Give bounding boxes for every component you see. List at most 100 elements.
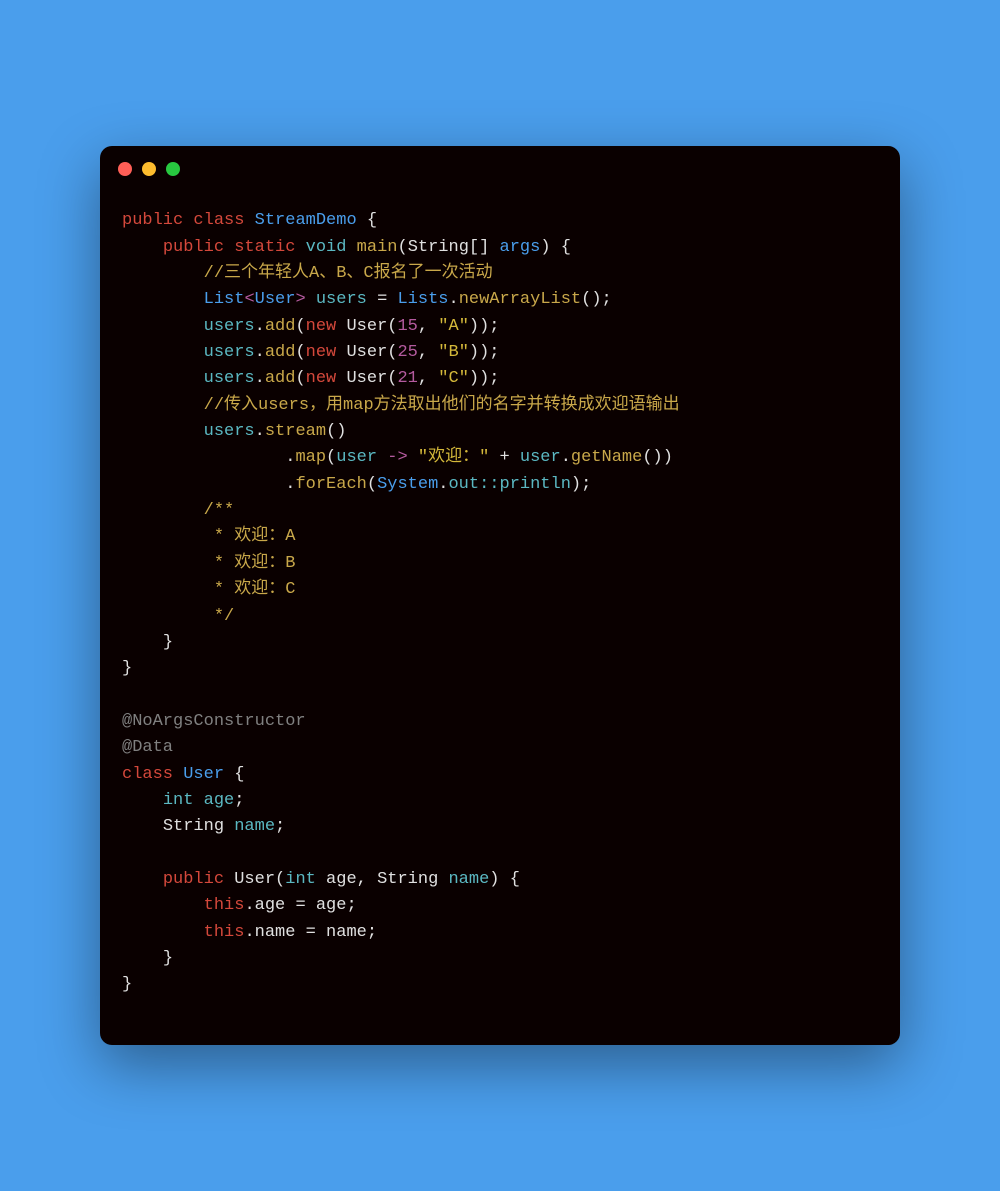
class-name: StreamDemo <box>255 211 357 230</box>
code-block: public class StreamDemo { public static … <box>100 184 900 1044</box>
class-name: User <box>336 317 387 336</box>
annotation: @Data <box>122 738 173 757</box>
punct: ( <box>387 369 397 388</box>
punct: . <box>438 475 448 494</box>
keyword: new <box>306 343 337 362</box>
punct: } <box>122 659 132 678</box>
method: newArrayList <box>459 290 581 309</box>
keyword: public <box>163 238 224 257</box>
keyword: public <box>122 211 183 230</box>
var: users <box>204 369 255 388</box>
string: "欢迎：" <box>418 448 489 467</box>
punct: + <box>489 448 520 467</box>
keyword: new <box>306 317 337 336</box>
annotation: @NoArgsConstructor <box>122 712 306 731</box>
type: String <box>163 817 234 836</box>
punct: > <box>295 290 305 309</box>
keyword: class <box>122 765 173 784</box>
var: users <box>204 422 255 441</box>
string: "B" <box>438 343 469 362</box>
type: int <box>285 870 316 889</box>
comment: */ <box>204 607 235 626</box>
punct: } <box>163 949 173 968</box>
punct: ( <box>295 343 305 362</box>
keyword: this <box>204 923 245 942</box>
punct: . <box>285 448 295 467</box>
class-name: System <box>377 475 438 494</box>
punct: [] <box>469 238 500 257</box>
punct: , <box>418 317 438 336</box>
class-name: User <box>336 369 387 388</box>
keyword: static <box>234 238 295 257</box>
punct: (); <box>581 290 612 309</box>
string: "C" <box>438 369 469 388</box>
punct: ( <box>275 870 285 889</box>
number: 21 <box>397 369 417 388</box>
method: add <box>265 369 296 388</box>
punct: ) <box>540 238 550 257</box>
punct: , <box>418 343 438 362</box>
code: .name = name; <box>244 923 377 942</box>
sp <box>408 448 418 467</box>
field: name <box>234 817 275 836</box>
punct: ( <box>387 317 397 336</box>
punct: . <box>449 290 459 309</box>
punct: :: <box>479 475 499 494</box>
type: String <box>408 238 469 257</box>
type: User <box>255 290 296 309</box>
class-name: Lists <box>397 290 448 309</box>
type: List <box>204 290 245 309</box>
var: users <box>204 317 255 336</box>
punct: { <box>551 238 571 257</box>
comment: * 欢迎：C <box>204 580 296 599</box>
comment: * 欢迎：A <box>204 527 296 546</box>
method: forEach <box>295 475 366 494</box>
keyword: this <box>204 896 245 915</box>
comment: //三个年轻人A、B、C报名了一次活动 <box>204 264 493 283</box>
punct: )); <box>469 343 500 362</box>
punct: ; <box>234 791 244 810</box>
method: add <box>265 343 296 362</box>
punct: ( <box>326 448 336 467</box>
keyword: class <box>193 211 244 230</box>
punct: { <box>500 870 520 889</box>
punct: < <box>244 290 254 309</box>
class-name: User <box>336 343 387 362</box>
number: 15 <box>397 317 417 336</box>
method: println <box>500 475 571 494</box>
punct: ( <box>387 343 397 362</box>
punct: . <box>561 448 571 467</box>
keyword: new <box>306 369 337 388</box>
close-icon[interactable] <box>118 162 132 176</box>
class-name: User <box>224 870 275 889</box>
punct: ( <box>295 369 305 388</box>
method: main <box>357 238 398 257</box>
minimize-icon[interactable] <box>142 162 156 176</box>
method: stream <box>265 422 326 441</box>
punct: { <box>357 211 377 230</box>
punct: )); <box>469 317 500 336</box>
class-name: User <box>183 765 224 784</box>
method: map <box>295 448 326 467</box>
code-window: public class StreamDemo { public static … <box>100 146 900 1044</box>
maximize-icon[interactable] <box>166 162 180 176</box>
punct: . <box>285 475 295 494</box>
punct: { <box>224 765 244 784</box>
param: args <box>500 238 541 257</box>
arrow: -> <box>387 448 407 467</box>
var: users <box>204 343 255 362</box>
comment: //传入users，用map方法取出他们的名字并转换成欢迎语输出 <box>204 396 680 415</box>
window-titlebar <box>100 146 900 184</box>
punct: } <box>163 633 173 652</box>
var: user <box>520 448 561 467</box>
punct: ( <box>397 238 407 257</box>
code: .age = age; <box>244 896 356 915</box>
type: void <box>306 238 347 257</box>
punct: ) <box>489 870 499 889</box>
param: age, String <box>316 870 449 889</box>
punct: ; <box>275 817 285 836</box>
punct: } <box>122 975 132 994</box>
keyword: public <box>163 870 224 889</box>
punct: () <box>326 422 346 441</box>
field: age <box>193 791 234 810</box>
